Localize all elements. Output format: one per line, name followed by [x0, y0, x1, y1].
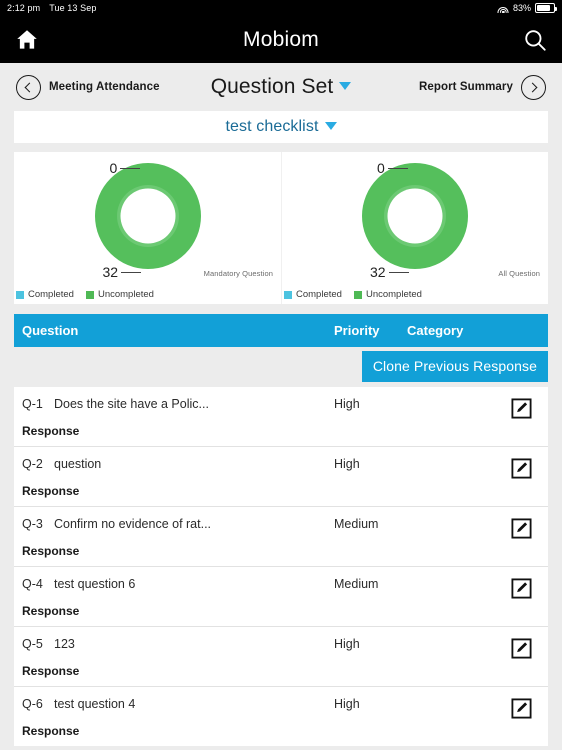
clone-previous-response-button[interactable]: Clone Previous Response [361, 351, 548, 382]
legend-swatch-completed [284, 290, 292, 299]
response-label: Response [22, 604, 80, 618]
battery-icon [535, 3, 557, 13]
question-text: question [54, 457, 102, 471]
legend-label-uncompleted: Uncompleted [97, 289, 154, 300]
question-list: Q-1 Does the site have a Polic... High R… [14, 387, 548, 746]
column-header-category: Category [407, 323, 464, 338]
donut-chart [14, 163, 281, 269]
question-id: Q-4 [22, 577, 43, 591]
chevron-left-circle-icon[interactable] [16, 74, 41, 100]
forward-nav-label: Report Summary [418, 81, 513, 93]
column-header-priority: Priority [334, 323, 380, 338]
chart-mandatory-question: 0 32 Mandatory Question Completed Uncomp… [14, 152, 281, 304]
wifi-icon [497, 4, 509, 13]
legend-item-completed: Completed [16, 289, 74, 300]
column-header-question: Question [22, 323, 79, 338]
question-text: test question 6 [54, 577, 136, 591]
question-text: Does the site have a Polic... [54, 397, 209, 411]
search-icon[interactable] [522, 27, 548, 53]
question-priority: High [334, 457, 360, 471]
question-id: Q-5 [22, 637, 43, 651]
legend-label-uncompleted: Uncompleted [365, 289, 422, 300]
status-bar: 2:12 pm Tue 13 Sep 83% [0, 0, 562, 16]
response-label: Response [22, 664, 80, 678]
app-title: Mobiom [243, 27, 319, 51]
question-text: Confirm no evidence of rat... [54, 517, 212, 531]
response-label: Response [22, 544, 80, 558]
checklist-selected-label: test checklist [225, 118, 319, 135]
response-label: Response [22, 724, 80, 738]
table-row[interactable]: Q-5 123 High Response [14, 627, 548, 687]
table-row[interactable]: Q-3 Confirm no evidence of rat... Medium… [14, 507, 548, 567]
question-id: Q-1 [22, 397, 43, 411]
donut-label-uncompleted: 32 [370, 264, 409, 280]
question-id: Q-2 [22, 457, 43, 471]
donut-chart [282, 163, 548, 269]
question-text: test question 4 [54, 697, 136, 711]
legend-swatch-uncompleted [353, 290, 362, 299]
charts-panel: 0 32 Mandatory Question Completed Uncomp… [14, 152, 548, 304]
back-nav-label: Meeting Attendance [49, 81, 160, 93]
navigation-row: Meeting Attendance Question Set Report S… [0, 63, 562, 111]
home-icon[interactable] [14, 27, 40, 53]
question-priority: Medium [334, 517, 379, 531]
battery-percent: 83% [512, 3, 531, 13]
clone-button-row: Clone Previous Response [14, 351, 548, 382]
legend-swatch-completed [16, 290, 24, 299]
legend-swatch-uncompleted [85, 290, 94, 299]
donut-label-uncompleted: 32 [103, 264, 142, 280]
app-root: 2:12 pm Tue 13 Sep 83% Mobiom Meeting At… [0, 0, 562, 750]
title-bar: Mobiom [0, 16, 562, 63]
status-time: 2:12 pm [7, 3, 41, 13]
caret-down-icon[interactable] [324, 122, 337, 130]
legend-item-uncompleted: Uncompleted [85, 289, 154, 300]
edit-icon[interactable] [511, 398, 532, 419]
page-title-text: Question Set [210, 75, 334, 98]
chart-caption: All Question [498, 269, 540, 278]
legend-label-completed: Completed [296, 289, 342, 300]
question-priority: Medium [334, 577, 379, 591]
edit-icon[interactable] [511, 458, 532, 479]
checklist-selector[interactable]: test checklist [14, 111, 548, 143]
edit-icon[interactable] [511, 578, 532, 599]
forward-nav-group[interactable]: Report Summary [418, 74, 546, 100]
response-label: Response [22, 484, 80, 498]
edit-icon[interactable] [511, 638, 532, 659]
response-label: Response [22, 424, 80, 438]
donut-label-completed: 0 [377, 160, 408, 176]
question-priority: High [334, 397, 360, 411]
back-nav-group[interactable]: Meeting Attendance [16, 74, 160, 100]
question-priority: High [334, 697, 360, 711]
table-row[interactable]: Q-2 question High Response [14, 447, 548, 507]
legend-label-completed: Completed [28, 289, 74, 300]
legend-item-uncompleted: Uncompleted [353, 289, 422, 300]
status-right-group: 83% [497, 3, 557, 13]
question-id: Q-3 [22, 517, 43, 531]
question-priority: High [334, 637, 360, 651]
edit-icon[interactable] [511, 518, 532, 539]
legend-item-completed: Completed [284, 289, 342, 300]
caret-down-icon[interactable] [339, 82, 352, 91]
donut-label-completed: 0 [110, 160, 141, 176]
table-row[interactable]: Q-4 test question 6 Medium Response [14, 567, 548, 627]
edit-icon[interactable] [511, 698, 532, 719]
table-row[interactable]: Q-6 test question 4 High Response [14, 687, 548, 746]
question-id: Q-6 [22, 697, 43, 711]
chart-legend: Completed Uncompleted [282, 289, 422, 300]
chart-legend: Completed Uncompleted [14, 289, 154, 300]
question-text: 123 [54, 637, 75, 651]
status-date: Tue 13 Sep [49, 3, 97, 13]
table-row[interactable]: Q-1 Does the site have a Polic... High R… [14, 387, 548, 447]
chevron-right-circle-icon[interactable] [521, 74, 546, 100]
chart-caption: Mandatory Question [203, 269, 273, 278]
chart-all-question: 0 32 All Question Completed Uncompleted [281, 152, 548, 304]
table-header: Question Priority Category [14, 314, 548, 347]
